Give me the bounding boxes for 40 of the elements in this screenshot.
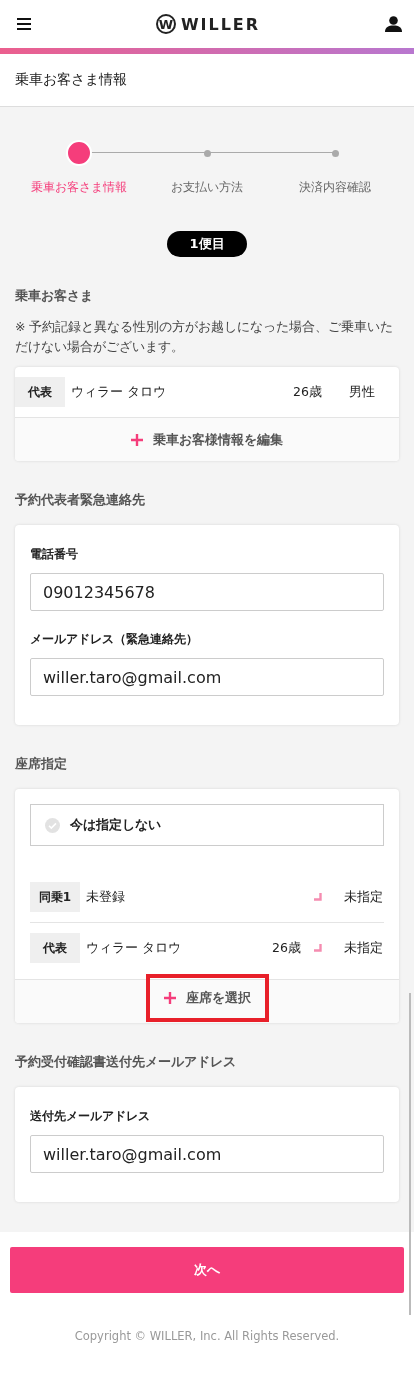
option-label: 今は指定しない — [70, 816, 161, 834]
seat-icon — [314, 944, 322, 952]
passenger-age: 26歳 — [293, 383, 323, 401]
section-heading: 予約受付確認書送付先メールアドレス — [15, 1053, 237, 1071]
skip-option[interactable]: 今は指定しない — [30, 804, 384, 846]
logo-mark: W — [155, 14, 176, 34]
notice-text: ※ 予約記録と異なる性別の方がお越しになった場合、ご乗車いただけない場合がございます。 — [15, 318, 395, 356]
scrollbar[interactable] — [409, 993, 411, 1315]
step-label: 乗車お客さま情報 — [31, 179, 127, 196]
passenger-name: ウィラー タロウ — [71, 383, 167, 401]
plus-icon — [131, 433, 143, 446]
section-heading: 乗車お客さま — [15, 287, 94, 305]
passenger-name: 未登録 — [86, 888, 126, 906]
plus-icon — [163, 991, 176, 1004]
copyright-text: Copyright © WILLER, Inc. All Rights Reserved. — [73, 1328, 341, 1345]
role-label: 代表 — [30, 933, 80, 963]
input-field[interactable]: willer.taro@gmail.com — [30, 658, 384, 696]
passenger-name: ウィラー タロウ — [86, 939, 182, 957]
field-label: 電話番号 — [30, 546, 79, 563]
passenger-gender: 男性 — [349, 383, 376, 401]
seat-status: 未指定 — [344, 888, 384, 906]
seat-icon — [314, 893, 322, 901]
step-label: 決済内容確認 — [299, 179, 371, 196]
section-heading: 予約代表者緊急連絡先 — [15, 491, 146, 509]
passenger-age: 26歳 — [272, 939, 302, 957]
next-button[interactable]: 次へ — [10, 1247, 404, 1293]
select-seat-button[interactable]: 座席を選択 — [145, 973, 269, 1022]
role-label: 代表 — [15, 377, 65, 407]
seat-status: 未指定 — [344, 939, 384, 957]
input-field[interactable]: 09012345678 — [30, 573, 384, 611]
menu-icon[interactable] — [17, 18, 31, 30]
input-field[interactable]: willer.taro@gmail.com — [30, 1135, 384, 1173]
field-label: 送付先メールアドレス — [30, 1108, 151, 1125]
field-label: メールアドレス（緊急連絡先） — [30, 631, 199, 648]
role-label: 同乗1 — [30, 882, 80, 912]
section-heading: 座席指定 — [15, 755, 68, 773]
step-label: お支払い方法 — [171, 179, 243, 196]
trip-badge: 1便目 — [167, 231, 247, 257]
logo-text: WILLER — [180, 14, 261, 34]
user-icon[interactable] — [385, 16, 402, 32]
